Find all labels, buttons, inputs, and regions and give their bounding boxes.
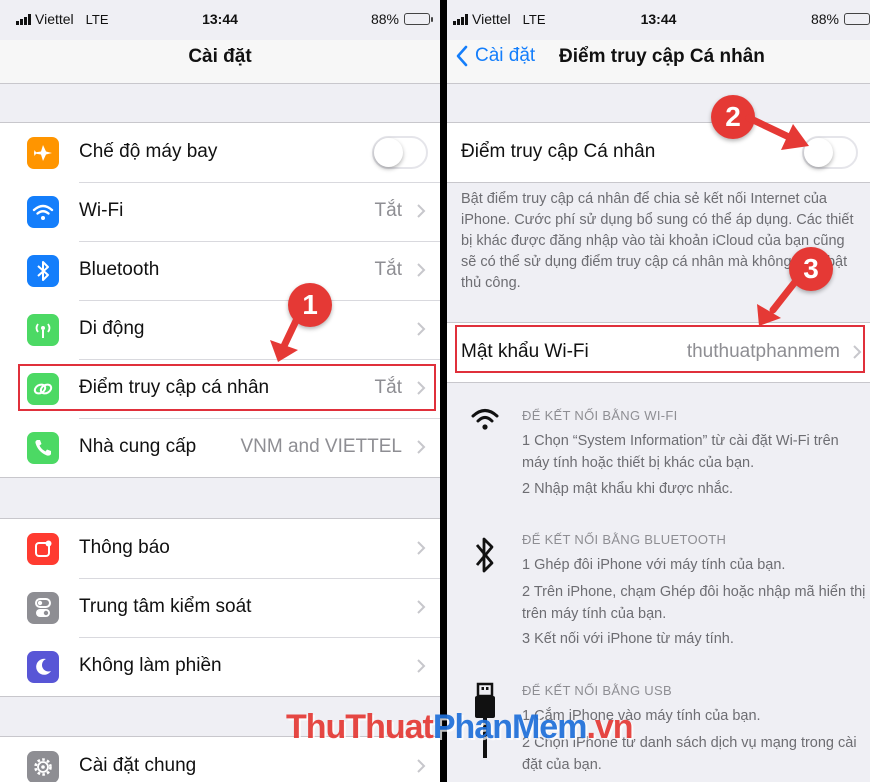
bluetooth-connect-icon [465, 535, 505, 575]
wifi-icon [27, 196, 59, 228]
battery-percent: 88% [370, 11, 399, 27]
settings-row-label: Cài đặt chung [79, 755, 197, 776]
settings-row-value: Tắt [374, 259, 402, 280]
watermark-logo: ThuThuatPhanMem.vn [286, 708, 634, 747]
battery-icon [404, 13, 433, 25]
chevron-right-icon [417, 440, 426, 454]
page-title: Điểm truy cập Cá nhân [559, 46, 765, 67]
watermark-part-2: PhanMem [432, 708, 588, 746]
chevron-right-icon [417, 759, 426, 773]
airplane-mode-toggle[interactable] [372, 136, 428, 169]
settings-row-value: Tắt [374, 200, 402, 221]
airplane-icon [27, 137, 59, 169]
moon-icon [27, 651, 59, 683]
arrow-3-icon [757, 278, 799, 326]
hotspot-highlight-box [18, 364, 436, 411]
hotspot-screen: Viettel LTE 13:44 88% Cài đặt Điểm truy … [447, 0, 870, 782]
notifications-icon [27, 533, 59, 565]
settings-group-notifications: Thông báo Trung tâm kiểm soát Không làm ph… [0, 518, 440, 697]
settings-row-label: Nhà cung cấp [79, 436, 197, 457]
back-button-label: Cài đặt [475, 45, 536, 66]
arrow-2-icon [745, 114, 809, 150]
battery-indicator: 88% [370, 11, 433, 27]
back-button[interactable]: Cài đặt [455, 45, 535, 67]
control-center-icon [27, 592, 59, 624]
gear-icon [27, 751, 59, 782]
nav-bar-right: Cài đặt Điểm truy cập Cá nhân [447, 40, 870, 84]
chevron-right-icon [417, 263, 426, 277]
settings-screen: Viettel LTE 13:44 88% Cài đặt Chế độ máy… [0, 0, 440, 782]
page-title: Cài đặt [188, 46, 252, 67]
screen-divider [440, 0, 447, 782]
settings-row-airplane[interactable]: Chế độ máy bay [0, 123, 440, 182]
usb-section-title: ĐỂ KẾT NỐI BẰNG USB [522, 683, 672, 698]
wifi-section-title: ĐỂ KẾT NỐI BẰNG WI-FI [522, 408, 678, 423]
battery-indicator-right: 88% [811, 11, 870, 27]
watermark-part-1: ThuThuat [286, 708, 434, 746]
chevron-right-icon [417, 541, 426, 555]
battery-icon [844, 13, 870, 25]
settings-row-label: Không làm phiền [79, 655, 222, 676]
settings-row-label: Bluetooth [79, 259, 160, 280]
bluetooth-section-title: ĐỂ KẾT NỐI BẰNG BLUETOOTH [522, 532, 727, 547]
hotspot-toggle-label: Điểm truy cập Cá nhân [461, 141, 656, 162]
chevron-right-icon [417, 322, 426, 336]
settings-row-phone[interactable]: Nhà cung cấp VNM and VIETTEL [0, 418, 440, 477]
status-bar: Viettel LTE 13:44 88% [0, 0, 440, 40]
chevron-right-icon [417, 659, 426, 673]
settings-row-label: Trung tâm kiểm soát [79, 596, 252, 617]
settings-group-connectivity: Chế độ máy bay Wi-Fi Tắt Bluetooth Tắt Di độn… [0, 122, 440, 478]
wifi-step-1: 1 Chọn “System Information” từ cài đặt W… [522, 433, 839, 471]
watermark-part-3: .vn [586, 708, 633, 746]
settings-row-bluetooth[interactable]: Bluetooth Tắt [0, 241, 440, 300]
settings-row-label: Chế độ máy bay [79, 141, 218, 162]
chevron-right-icon [417, 600, 426, 614]
status-bar-right: Viettel LTE 13:44 88% [447, 0, 870, 40]
chevron-right-icon [417, 204, 426, 218]
bluetooth-step-3: 3 Kết nối với iPhone từ máy tính. [522, 631, 734, 647]
password-highlight-box [455, 325, 865, 373]
bluetooth-step-2: 2 Trên iPhone, chạm Ghép đôi hoặc nhập m… [522, 584, 866, 622]
settings-row-value: VNM and VIETTEL [240, 436, 402, 457]
settings-row-label: Di động [79, 318, 145, 339]
settings-row-moon[interactable]: Không làm phiền [0, 637, 440, 696]
settings-row-label: Wi-Fi [79, 200, 124, 221]
arrow-1-icon [270, 300, 308, 362]
settings-row-control-center[interactable]: Trung tâm kiểm soát [0, 578, 440, 637]
chevron-left-icon [456, 45, 468, 67]
bluetooth-icon [27, 255, 59, 287]
settings-row-notifications[interactable]: Thông báo [0, 519, 440, 578]
phone-icon [27, 432, 59, 464]
clock: 13:44 [640, 11, 677, 27]
wifi-step-2: 2 Nhập mật khẩu khi được nhắc. [522, 481, 734, 497]
wifi-connect-icon [465, 406, 505, 432]
battery-percent: 88% [810, 11, 839, 27]
bluetooth-step-1: 1 Ghép đôi iPhone với máy tính của bạn. [522, 557, 786, 573]
settings-row-wifi[interactable]: Wi-Fi Tắt [0, 182, 440, 241]
cellular-icon [27, 314, 59, 346]
nav-bar: Cài đặt [0, 40, 440, 84]
settings-row-label: Thông báo [79, 537, 170, 558]
settings-row-cellular[interactable]: Di động [0, 300, 440, 359]
